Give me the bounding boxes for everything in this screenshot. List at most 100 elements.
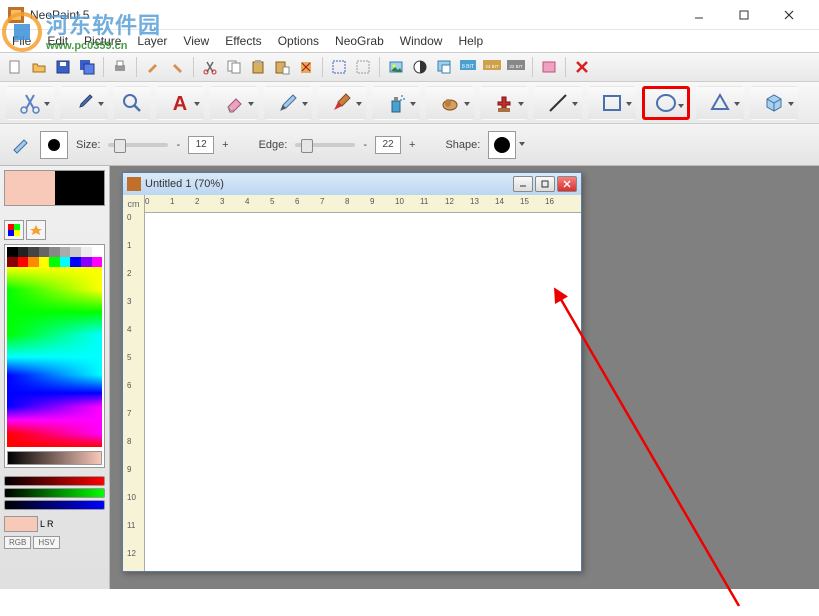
grayscale-row[interactable] xyxy=(7,247,102,257)
palette-tabs xyxy=(4,220,105,240)
menu-neograb[interactable]: NeoGrab xyxy=(327,32,392,50)
maximize-button[interactable] xyxy=(721,1,766,29)
rgb-tab[interactable]: RGB xyxy=(4,536,31,549)
32bit-button[interactable]: 32 BIT xyxy=(505,56,527,78)
canvas[interactable] xyxy=(145,213,581,571)
shape-dropdown[interactable] xyxy=(488,131,516,159)
doc-minimize-button[interactable] xyxy=(513,176,533,192)
favorites-tab[interactable] xyxy=(26,220,46,240)
paste-button[interactable] xyxy=(247,56,269,78)
menu-effects[interactable]: Effects xyxy=(217,32,269,50)
24bit-button[interactable]: 24 BIT xyxy=(481,56,503,78)
pencil-tool[interactable] xyxy=(264,86,312,120)
cube-tool[interactable] xyxy=(750,86,798,120)
menu-edit[interactable]: Edit xyxy=(39,32,76,50)
text-tool[interactable]: A xyxy=(156,86,204,120)
polygon-tool[interactable] xyxy=(696,86,744,120)
effects-button[interactable] xyxy=(538,56,560,78)
menu-help[interactable]: Help xyxy=(450,32,491,50)
print-button[interactable] xyxy=(109,56,131,78)
size-slider[interactable] xyxy=(108,143,168,147)
minimize-button[interactable] xyxy=(676,1,721,29)
close-button[interactable] xyxy=(766,1,811,29)
svg-text:A: A xyxy=(173,93,187,115)
zoom-tool[interactable] xyxy=(114,86,150,120)
result-swatch xyxy=(4,516,38,532)
separator xyxy=(193,57,194,77)
document-title: Untitled 1 (70%) xyxy=(145,178,224,190)
resize-button[interactable] xyxy=(433,56,455,78)
rgb-sliders xyxy=(4,476,105,510)
deselect-button[interactable] xyxy=(352,56,374,78)
paste-new-button[interactable] xyxy=(271,56,293,78)
eraser-tool[interactable] xyxy=(210,86,258,120)
size-value[interactable]: 12 xyxy=(188,136,214,154)
scissors-tool[interactable] xyxy=(6,86,54,120)
ellipse-tool[interactable] xyxy=(642,86,690,120)
save-button[interactable] xyxy=(52,56,74,78)
new-button[interactable] xyxy=(4,56,26,78)
background-color[interactable] xyxy=(55,171,105,205)
edge-value[interactable]: 22 xyxy=(375,136,401,154)
red-slider[interactable] xyxy=(4,476,105,486)
delete-button[interactable] xyxy=(295,56,317,78)
close-doc-button[interactable] xyxy=(571,56,593,78)
color-panel: L R RGB HSV xyxy=(0,166,110,589)
separator xyxy=(565,57,566,77)
open-button[interactable] xyxy=(28,56,50,78)
app-icon xyxy=(8,7,24,23)
green-slider[interactable] xyxy=(4,488,105,498)
stamp-tool[interactable] xyxy=(426,86,474,120)
eyedropper-tool[interactable] xyxy=(60,86,108,120)
blue-slider[interactable] xyxy=(4,500,105,510)
redo-brush-button[interactable] xyxy=(166,56,188,78)
color-gradient-picker[interactable] xyxy=(7,267,102,447)
line-tool[interactable] xyxy=(534,86,582,120)
tools-toolbar: A xyxy=(0,82,819,124)
shade-bar[interactable] xyxy=(7,451,102,465)
copy-button[interactable] xyxy=(223,56,245,78)
menu-window[interactable]: Window xyxy=(392,32,451,50)
horizontal-ruler[interactable]: 012345678910111213141516 xyxy=(145,195,581,212)
menu-file[interactable]: File xyxy=(4,32,39,50)
hsv-tab[interactable]: HSV xyxy=(33,536,59,549)
8bit-button[interactable]: 8 BIT xyxy=(457,56,479,78)
fg-bg-swatches[interactable] xyxy=(4,170,105,206)
undo-brush-button[interactable] xyxy=(142,56,164,78)
contrast-button[interactable] xyxy=(409,56,431,78)
size-label: Size: xyxy=(76,139,100,151)
edge-plus[interactable]: + xyxy=(409,139,415,151)
separator xyxy=(136,57,137,77)
titlebar: NeoPaint 5 xyxy=(0,0,819,30)
edge-minus[interactable]: - xyxy=(363,139,367,151)
rectangle-tool[interactable] xyxy=(588,86,636,120)
separator xyxy=(379,57,380,77)
menu-view[interactable]: View xyxy=(175,32,217,50)
cut-button[interactable] xyxy=(199,56,221,78)
vertical-ruler[interactable]: 0123456789101112 xyxy=(123,213,145,571)
clone-tool[interactable] xyxy=(480,86,528,120)
size-minus[interactable]: - xyxy=(176,139,180,151)
foreground-color[interactable] xyxy=(5,171,55,205)
edge-slider[interactable] xyxy=(295,143,355,147)
ruler-corner[interactable]: cm xyxy=(123,195,145,213)
color-row[interactable] xyxy=(7,257,102,267)
menu-options[interactable]: Options xyxy=(270,32,327,50)
r-label: R xyxy=(47,519,54,529)
menu-layer[interactable]: Layer xyxy=(129,32,175,50)
doc-close-button[interactable] xyxy=(557,176,577,192)
brush-preview[interactable] xyxy=(40,131,68,159)
doc-maximize-button[interactable] xyxy=(535,176,555,192)
size-plus[interactable]: + xyxy=(222,139,228,151)
document-titlebar[interactable]: Untitled 1 (70%) xyxy=(123,173,581,195)
palette-tab[interactable] xyxy=(4,220,24,240)
color-palette[interactable] xyxy=(4,244,105,468)
spray-tool[interactable] xyxy=(372,86,420,120)
select-all-button[interactable] xyxy=(328,56,350,78)
svg-text:32 BIT: 32 BIT xyxy=(509,64,523,69)
tool-options-bar: Size: - 12 + Edge: - 22 + Shape: xyxy=(0,124,819,166)
image-button[interactable] xyxy=(385,56,407,78)
save-all-button[interactable] xyxy=(76,56,98,78)
menu-picture[interactable]: Picture xyxy=(76,32,129,50)
brush-tool[interactable] xyxy=(318,86,366,120)
